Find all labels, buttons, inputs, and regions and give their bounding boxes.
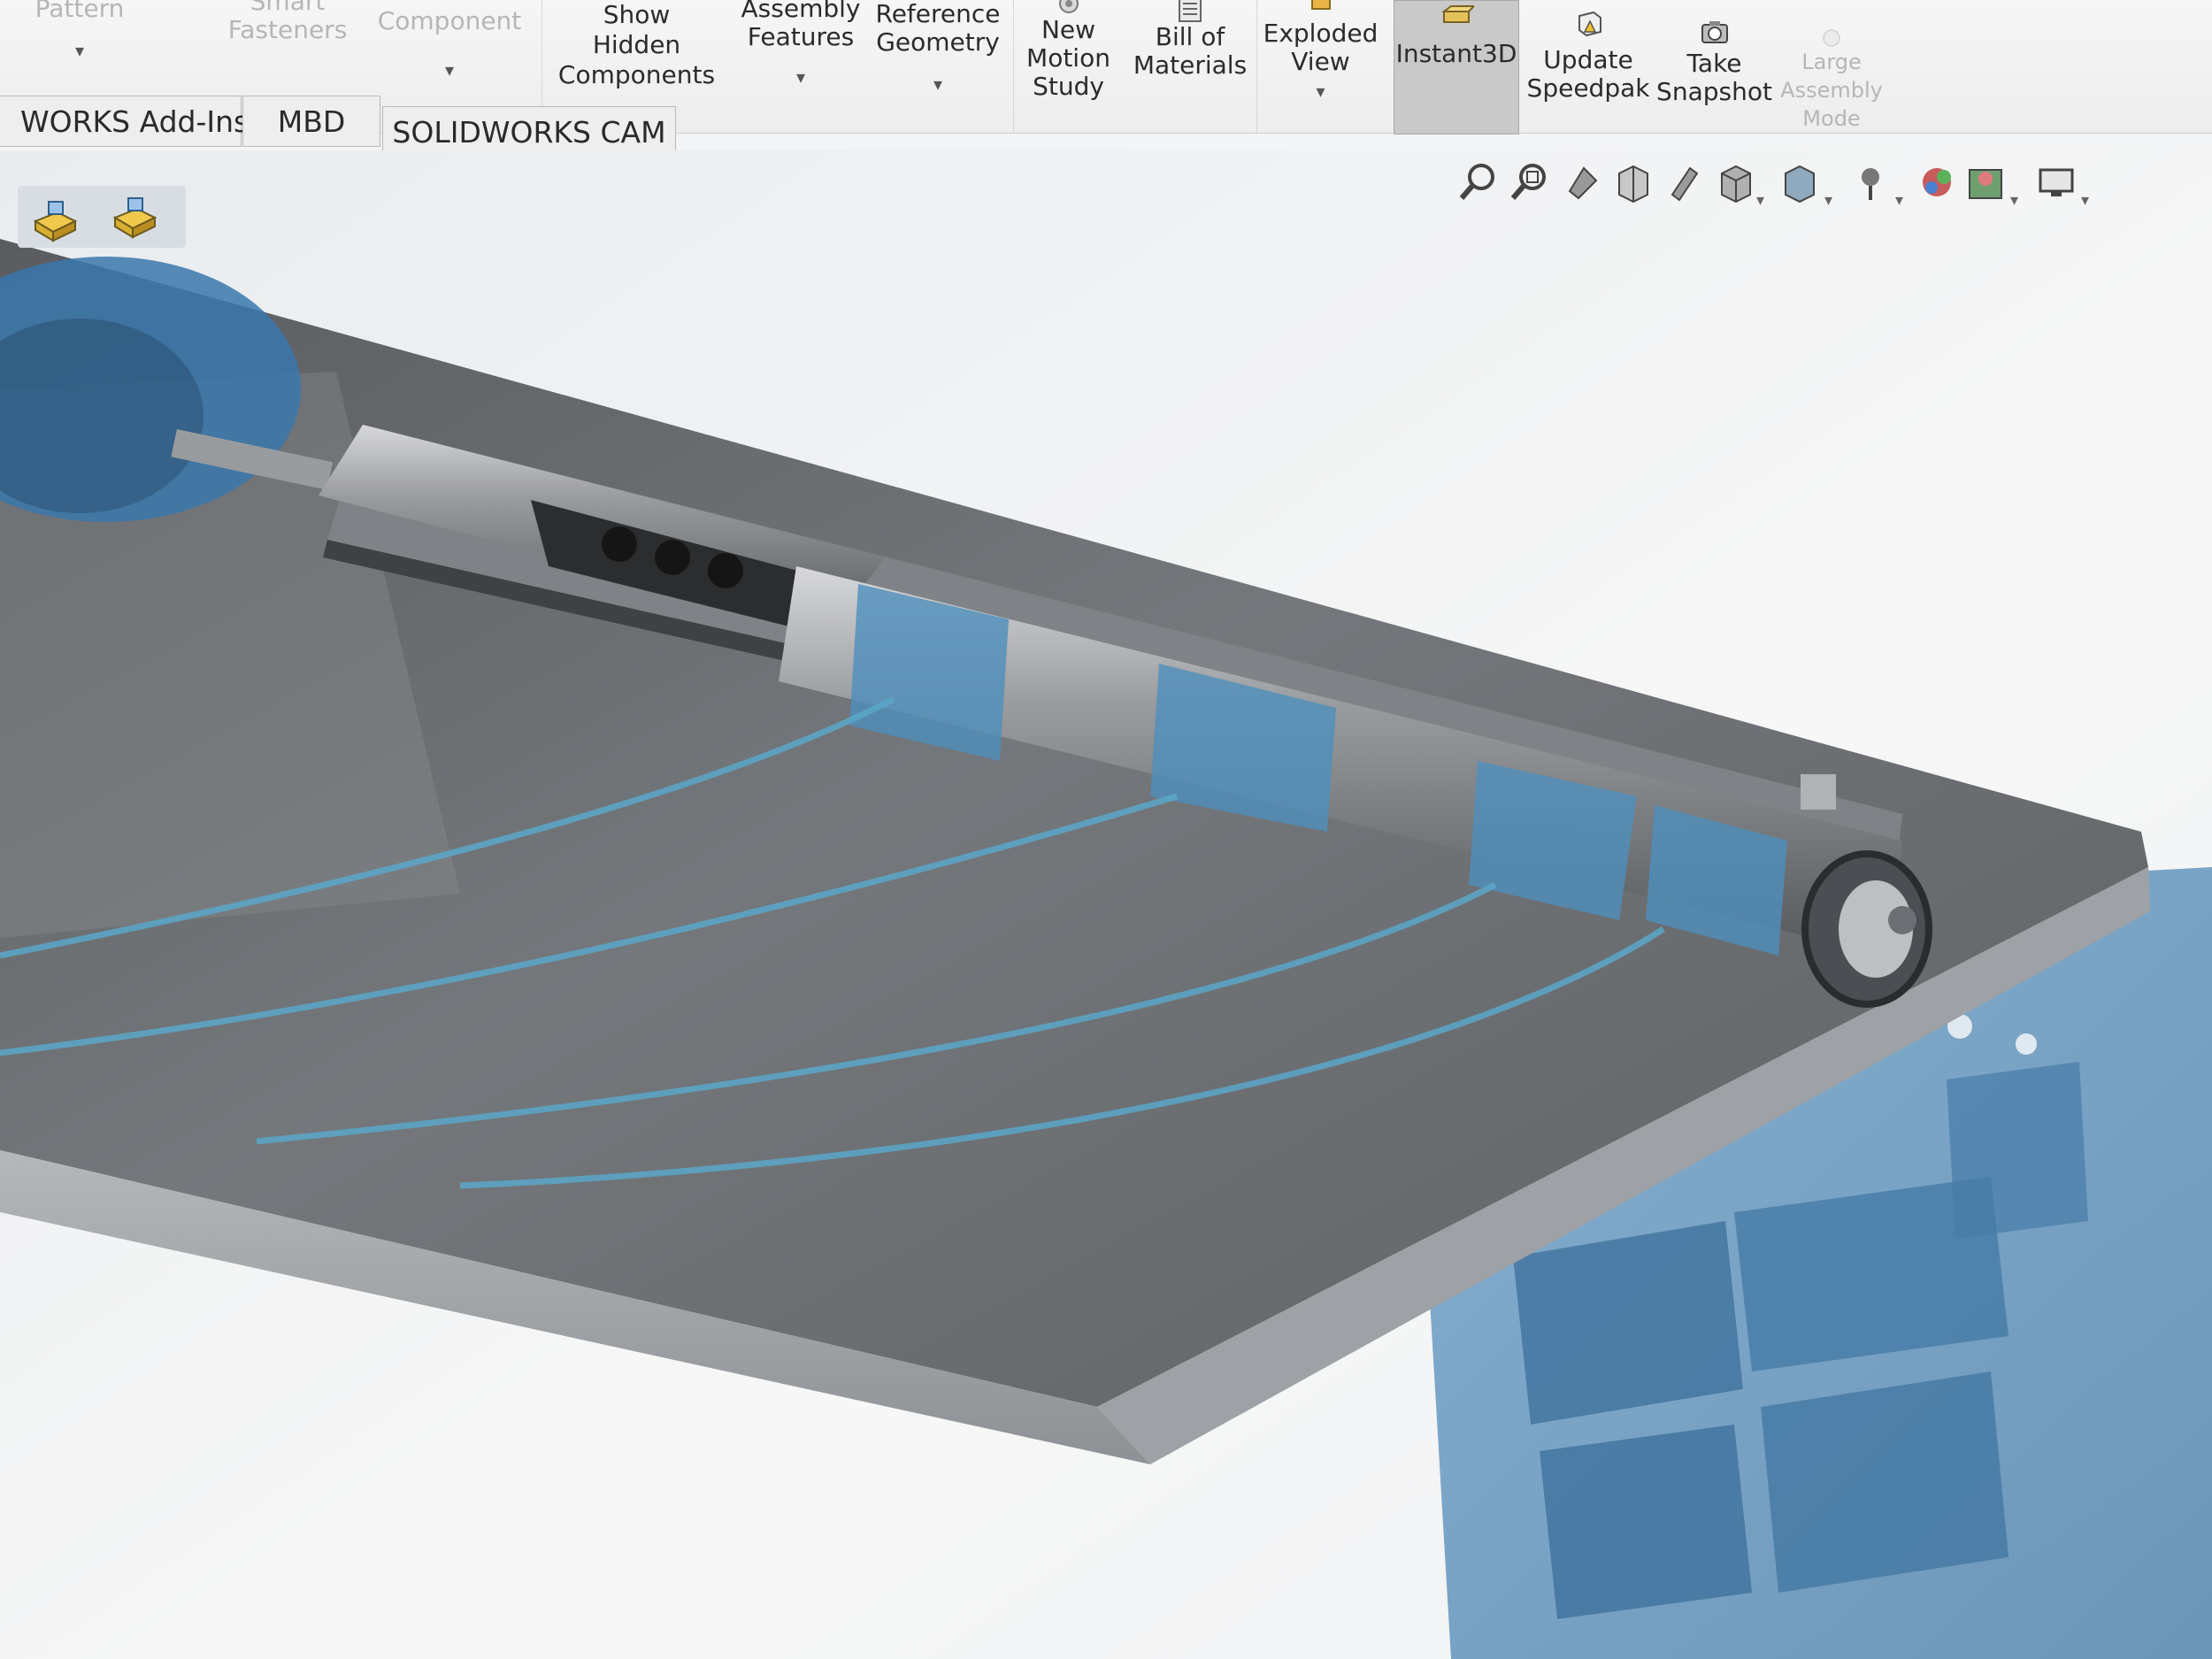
bill-of-materials-label: Bill of Materials (1133, 22, 1248, 80)
large-assembly-mode-button[interactable]: Large Assembly Mode (1778, 0, 1885, 133)
apply-scene-dropdown-icon[interactable]: ▾ (2010, 191, 2018, 210)
view-orientation-dropdown-icon[interactable]: ▾ (1756, 191, 1764, 210)
instant3d-icon (1441, 5, 1474, 23)
assembly-icon[interactable] (33, 201, 78, 242)
subassembly-icon[interactable] (112, 197, 157, 239)
take-snapshot-button[interactable]: Take Snapshot (1655, 0, 1774, 133)
view-settings-dropdown-icon[interactable]: ▾ (2081, 191, 2089, 210)
display-style-dropdown-icon[interactable]: ▾ (1824, 191, 1832, 210)
assembly-model[interactable] (0, 150, 2212, 1659)
instant3d-label: Instant3D (1395, 39, 1517, 68)
zoom-to-area-icon[interactable] (1509, 159, 1552, 207)
instant3d-button[interactable]: Instant3D (1394, 0, 1519, 134)
previous-view-icon[interactable] (1561, 159, 1603, 207)
zoom-to-fit-icon[interactable] (1458, 159, 1501, 207)
update-speedpak-button[interactable]: Update Speedpak (1527, 0, 1649, 133)
view-settings-icon[interactable] (2035, 159, 2078, 207)
bill-of-materials-button[interactable]: Bill of Materials (1133, 0, 1248, 133)
exploded-view-dropdown-icon[interactable]: ▾ (1316, 81, 1325, 101)
component-label: Component (377, 6, 522, 35)
ribbon-separator (1256, 0, 1257, 133)
hide-show-dropdown-icon[interactable]: ▾ (1895, 191, 1903, 210)
new-motion-study-button[interactable]: New Motion Study (1018, 0, 1119, 133)
graphics-area[interactable] (0, 150, 2212, 1659)
feature-manager-icons (18, 186, 186, 248)
bill-of-materials-icon (1179, 0, 1202, 22)
tab-mbd-label: MBD (277, 104, 346, 139)
assembly-features-button[interactable]: Assembly Features ▾ (734, 0, 867, 133)
large-assembly-mode-label: Large Assembly Mode (1780, 50, 1883, 131)
show-hidden-components-label: Show Hidden Components (557, 0, 716, 89)
tab-mbd[interactable]: MBD (242, 96, 380, 147)
apply-scene-icon[interactable] (1964, 159, 2007, 207)
reference-geometry-button[interactable]: Reference Geometry ▾ (872, 0, 1004, 133)
tab-solidworks-cam-label: SOLIDWORKS CAM (392, 114, 666, 150)
set-screw (1801, 774, 1836, 810)
dynamic-annotation-icon[interactable] (1663, 159, 1706, 207)
smart-fasteners-label: Smart Fasteners (227, 0, 348, 44)
hide-show-items-icon[interactable] (1849, 159, 1892, 207)
ribbon-separator (1013, 0, 1014, 133)
exploded-view-button[interactable]: Exploded View ▾ (1261, 0, 1380, 133)
camera-icon (1701, 21, 1728, 43)
section-view-icon[interactable] (1612, 159, 1655, 207)
new-motion-study-label: New Motion Study (1026, 15, 1110, 101)
update-speedpak-icon (1578, 11, 1601, 37)
assembly-features-label: Assembly Features (741, 0, 861, 51)
assembly-icons (33, 197, 157, 242)
update-speedpak-label: Update Speedpak (1526, 45, 1650, 103)
large-assembly-mode-icon (1823, 29, 1840, 47)
component-dropdown-icon[interactable]: ▾ (445, 60, 454, 80)
tab-solidworks-add-ins[interactable]: WORKS Add-Ins (0, 96, 249, 147)
edit-appearance-icon[interactable] (1916, 159, 1958, 207)
view-orientation-icon[interactable] (1715, 159, 1757, 207)
pattern-dropdown-icon[interactable]: ▾ (75, 41, 84, 60)
reference-geometry-dropdown-icon[interactable]: ▾ (933, 74, 942, 94)
exploded-view-icon (1310, 0, 1331, 10)
display-style-icon[interactable] (1778, 159, 1821, 207)
take-snapshot-label: Take Snapshot (1656, 49, 1772, 106)
reference-geometry-label: Reference Geometry (875, 0, 1001, 57)
tab-solidworks-add-ins-label: WORKS Add-Ins (20, 104, 250, 139)
assembly-features-dropdown-icon[interactable]: ▾ (796, 67, 805, 87)
exploded-view-label: Exploded View (1263, 19, 1379, 76)
pattern-label: Pattern (35, 0, 125, 23)
